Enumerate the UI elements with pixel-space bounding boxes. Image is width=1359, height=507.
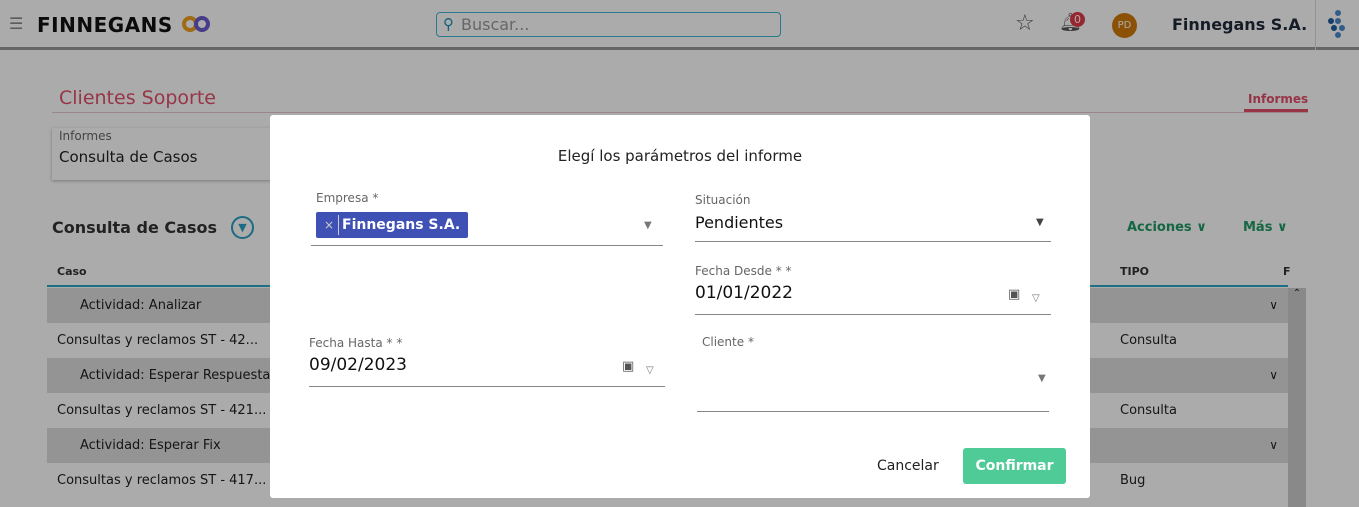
confirm-button[interactable]: Confirmar: [963, 448, 1066, 484]
hasta-dropdown-icon[interactable]: ▽: [646, 365, 654, 376]
situacion-dropdown-icon[interactable]: ▼: [1036, 217, 1044, 228]
empresa-label: Empresa *: [316, 191, 379, 205]
calendar-icon[interactable]: ▣: [1008, 287, 1020, 302]
calendar-icon[interactable]: ▣: [622, 359, 634, 374]
cliente-field[interactable]: [697, 411, 1049, 412]
desde-dropdown-icon[interactable]: ▽: [1032, 293, 1040, 304]
report-params-dialog: Elegí los parámetros del informe Empresa…: [270, 115, 1090, 498]
hasta-field: [309, 386, 665, 387]
empresa-field[interactable]: [311, 245, 663, 246]
cliente-dropdown-icon[interactable]: ▼: [1038, 373, 1046, 384]
situacion-field[interactable]: [695, 241, 1051, 242]
desde-field: [695, 314, 1051, 315]
remove-chip-icon[interactable]: ×: [324, 212, 334, 238]
dialog-title: Elegí los parámetros del informe: [557, 147, 803, 165]
desde-label: Fecha Desde * *: [695, 264, 792, 278]
hasta-input[interactable]: 09/02/2023: [309, 355, 407, 375]
chip-divider: [338, 215, 339, 235]
cancel-button[interactable]: Cancelar: [877, 458, 939, 474]
situacion-value[interactable]: Pendientes: [695, 213, 783, 232]
situacion-label: Situación: [695, 193, 751, 207]
hasta-label: Fecha Hasta * *: [309, 336, 403, 350]
desde-input[interactable]: 01/01/2022: [695, 283, 793, 303]
empresa-dropdown-icon[interactable]: ▼: [644, 220, 652, 231]
cliente-label: Cliente *: [702, 335, 754, 349]
empresa-chip[interactable]: × Finnegans S.A.: [316, 212, 469, 238]
